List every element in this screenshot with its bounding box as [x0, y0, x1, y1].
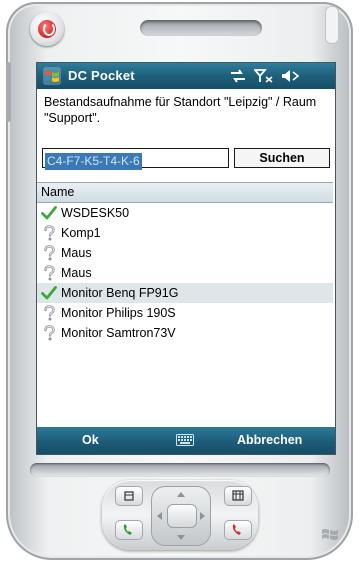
windows-logo-icon	[322, 529, 338, 540]
softkey-ok[interactable]: Ok	[82, 433, 99, 447]
power-icon	[43, 22, 55, 36]
call-button[interactable]	[115, 520, 143, 540]
calendar-icon	[124, 491, 134, 501]
list-item-label: Komp1	[61, 226, 101, 240]
signal-off-icon[interactable]	[254, 69, 274, 83]
phone-red-icon	[232, 524, 241, 535]
question-icon	[44, 265, 55, 281]
end-call-button[interactable]	[224, 520, 252, 540]
question-icon	[44, 325, 55, 341]
screen: DC Pocket Bestandsaufnahme für Standort …	[36, 62, 336, 455]
title-bar: DC Pocket	[37, 63, 335, 89]
list-item-label: Monitor Samtron73V	[61, 326, 176, 340]
list-item-label: Maus	[61, 266, 92, 280]
inventory-list[interactable]: Name WSDESK50 Komp1 Maus Maus Monitor Benq F…	[37, 182, 333, 421]
list-item[interactable]: Monitor Samtron73V	[37, 323, 333, 343]
list-item[interactable]: Maus	[37, 243, 333, 263]
list-item-label: Maus	[61, 246, 92, 260]
inventory-description: Bestandsaufnahme für Standort "Leipzig" …	[44, 95, 317, 125]
volume-icon[interactable]	[280, 69, 300, 83]
right-softkey-button[interactable]	[224, 486, 252, 506]
question-icon	[44, 225, 55, 241]
list-item[interactable]: Monitor Benq FP91G	[37, 283, 333, 303]
column-header-name[interactable]: Name	[37, 183, 333, 203]
power-button[interactable]	[30, 12, 64, 46]
navigation-pad[interactable]	[151, 486, 211, 546]
list-item[interactable]: WSDESK50	[37, 203, 333, 223]
list-item-label: WSDESK50	[61, 206, 130, 220]
speaker-grille	[140, 20, 262, 36]
list-item[interactable]: Monitor Philips 190S	[37, 303, 333, 323]
list-item-label: Monitor Philips 190S	[61, 306, 176, 320]
contacts-icon	[232, 490, 244, 501]
search-button[interactable]: Suchen	[234, 148, 330, 168]
left-softkey-button[interactable]	[115, 486, 143, 506]
softkey-cancel[interactable]: Abbrechen	[237, 433, 302, 447]
check-icon	[41, 286, 57, 300]
side-button[interactable]	[6, 62, 11, 122]
list-item-label: Monitor Benq FP91G	[61, 286, 179, 300]
softkey-bar: Ok Abbrechen	[37, 427, 335, 454]
question-icon	[44, 305, 55, 321]
list-item[interactable]: Maus	[37, 263, 333, 283]
connectivity-icon[interactable]	[229, 69, 247, 83]
windows-start-icon[interactable]	[42, 66, 62, 86]
phone-green-icon	[123, 524, 132, 535]
search-input-value: C4-F7-K5-T4-K-6	[45, 153, 142, 170]
app-title: DC Pocket	[68, 68, 135, 83]
keyboard-icon[interactable]	[176, 434, 194, 446]
dpad-center-button[interactable]	[167, 504, 197, 528]
stylus-slot	[325, 6, 339, 44]
question-icon	[44, 245, 55, 261]
check-icon	[41, 206, 57, 220]
list-item[interactable]: Komp1	[37, 223, 333, 243]
search-input[interactable]: C4-F7-K5-T4-K-6	[42, 148, 229, 170]
hardware-bar	[30, 463, 330, 477]
